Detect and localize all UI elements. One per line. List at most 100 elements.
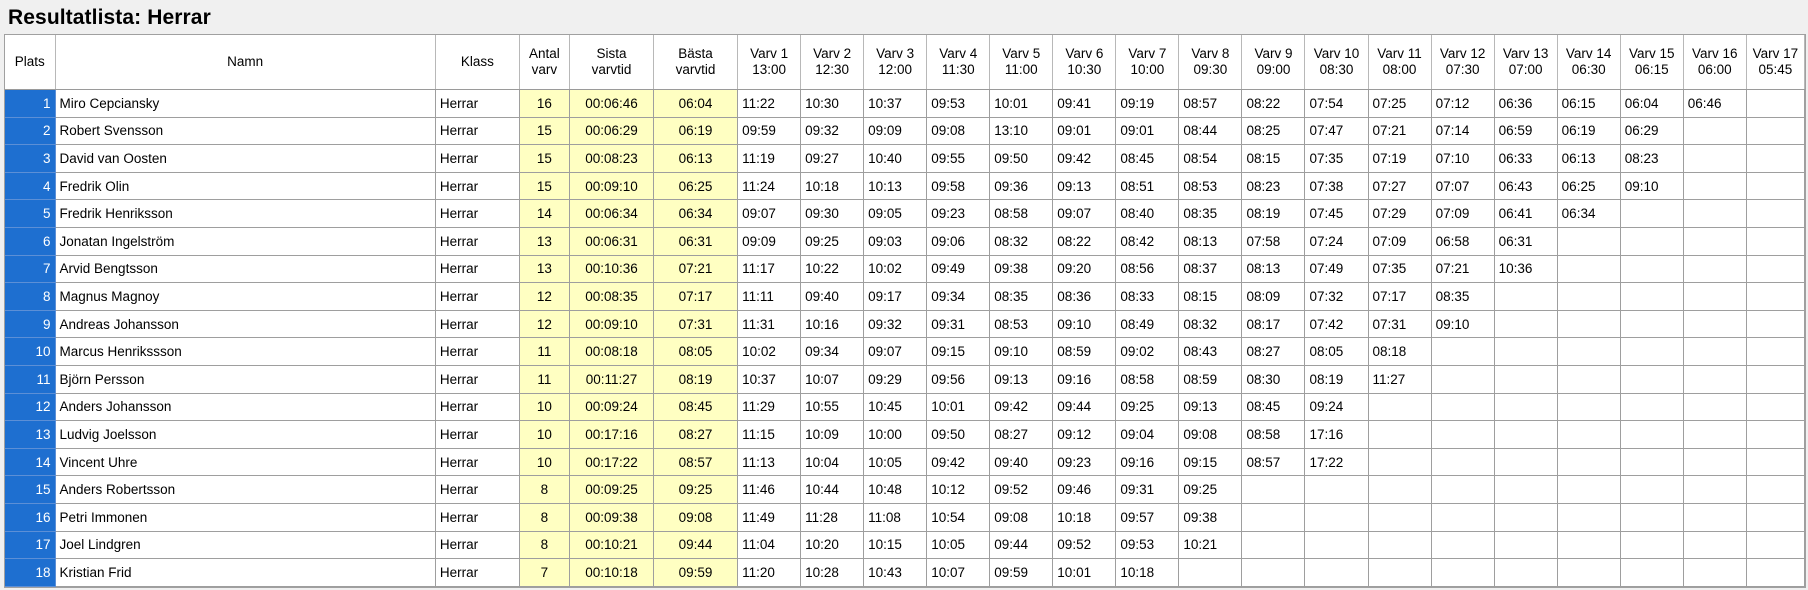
cell-varv-13[interactable] [1494,448,1558,477]
cell-varv-13[interactable]: 06:59 [1494,117,1558,146]
cell-basta-varvtid[interactable]: 09:08 [653,503,739,532]
cell-antal-varv[interactable]: 11 [519,337,570,366]
cell-varv-6[interactable]: 08:36 [1052,282,1117,311]
cell-varv-4[interactable]: 09:53 [926,89,991,118]
cell-sista-varvtid[interactable]: 00:10:21 [569,531,655,560]
cell-basta-varvtid[interactable]: 07:17 [653,282,739,311]
cell-varv-15[interactable]: 06:04 [1620,89,1684,118]
cell-varv-16[interactable] [1683,144,1747,173]
cell-varv-15[interactable] [1620,199,1684,228]
table-row[interactable]: 7 Arvid Bengtsson Herrar 13 00:10:36 07:21 11:… [5,255,1805,284]
cell-varv-5[interactable]: 09:13 [989,365,1054,394]
cell-varv-12[interactable]: 09:10 [1431,310,1495,339]
column-header-varv-8[interactable]: Varv 8 09:30 [1178,35,1243,90]
cell-varv-3[interactable]: 10:45 [863,393,928,422]
column-header-varv-1[interactable]: Varv 1 13:00 [737,35,802,90]
cell-varv-3[interactable]: 10:13 [863,172,928,201]
cell-varv-16[interactable] [1683,282,1747,311]
cell-varv-4[interactable]: 10:05 [926,531,991,560]
cell-varv-16[interactable] [1683,365,1747,394]
cell-varv-5[interactable]: 09:44 [989,531,1054,560]
cell-varv-16[interactable] [1683,199,1747,228]
cell-sista-varvtid[interactable]: 00:08:18 [569,337,655,366]
cell-varv-12[interactable] [1431,503,1495,532]
table-row[interactable]: 17 Joel Lindgren Herrar 8 00:10:21 09:44 11:04… [5,531,1805,560]
cell-varv-8[interactable] [1178,558,1243,587]
cell-varv-16[interactable] [1683,255,1747,284]
cell-klass[interactable]: Herrar [435,558,520,587]
cell-varv-14[interactable] [1557,558,1621,587]
cell-namn[interactable]: Marcus Henrikssson [55,337,436,366]
cell-namn[interactable]: Kristian Frid [55,558,436,587]
cell-varv-15[interactable] [1620,255,1684,284]
cell-varv-6[interactable]: 09:16 [1052,365,1117,394]
cell-varv-7[interactable]: 08:58 [1115,365,1180,394]
cell-sista-varvtid[interactable]: 00:06:31 [569,227,655,256]
table-row[interactable]: 4 Fredrik Olin Herrar 15 00:09:10 06:25 11:24 1… [5,172,1805,201]
cell-varv-9[interactable]: 08:09 [1241,282,1306,311]
cell-basta-varvtid[interactable]: 08:05 [653,337,739,366]
cell-varv-17[interactable] [1746,89,1805,118]
cell-basta-varvtid[interactable]: 06:13 [653,144,739,173]
cell-varv-10[interactable]: 07:32 [1304,282,1369,311]
cell-varv-9[interactable]: 08:27 [1241,337,1306,366]
cell-sista-varvtid[interactable]: 00:09:10 [569,172,655,201]
cell-namn[interactable]: Petri Immonen [55,503,436,532]
cell-klass[interactable]: Herrar [435,255,520,284]
cell-varv-4[interactable]: 10:12 [926,475,991,504]
cell-varv-3[interactable]: 10:48 [863,475,928,504]
cell-varv-4[interactable]: 09:49 [926,255,991,284]
cell-klass[interactable]: Herrar [435,144,520,173]
cell-sista-varvtid[interactable]: 00:11:27 [569,365,655,394]
cell-namn[interactable]: Robert Svensson [55,117,436,146]
cell-varv-7[interactable]: 09:57 [1115,503,1180,532]
cell-basta-varvtid[interactable]: 08:19 [653,365,739,394]
cell-klass[interactable]: Herrar [435,172,520,201]
cell-antal-varv[interactable]: 15 [519,117,570,146]
cell-varv-9[interactable]: 08:57 [1241,448,1306,477]
cell-varv-1[interactable]: 11:17 [737,255,802,284]
cell-varv-2[interactable]: 10:28 [800,558,865,587]
cell-varv-4[interactable]: 09:56 [926,365,991,394]
cell-varv-3[interactable]: 09:03 [863,227,928,256]
cell-varv-11[interactable] [1368,448,1432,477]
cell-antal-varv[interactable]: 10 [519,393,570,422]
cell-varv-10[interactable]: 17:22 [1304,448,1369,477]
cell-varv-1[interactable]: 11:31 [737,310,802,339]
cell-varv-7[interactable]: 09:53 [1115,531,1180,560]
cell-varv-7[interactable]: 09:25 [1115,393,1180,422]
cell-plats[interactable]: 5 [5,199,56,228]
cell-varv-15[interactable]: 06:29 [1620,117,1684,146]
cell-varv-11[interactable] [1368,393,1432,422]
cell-varv-12[interactable]: 07:14 [1431,117,1495,146]
cell-varv-10[interactable]: 07:24 [1304,227,1369,256]
cell-namn[interactable]: Miro Cepciansky [55,89,436,118]
cell-varv-5[interactable]: 08:53 [989,310,1054,339]
cell-namn[interactable]: Anders Robertsson [55,475,436,504]
cell-varv-9[interactable]: 08:23 [1241,172,1306,201]
cell-varv-12[interactable] [1431,337,1495,366]
cell-varv-6[interactable]: 09:13 [1052,172,1117,201]
cell-varv-3[interactable]: 09:09 [863,117,928,146]
cell-varv-1[interactable]: 11:15 [737,420,802,449]
cell-varv-8[interactable]: 09:25 [1178,475,1243,504]
cell-varv-2[interactable]: 10:09 [800,420,865,449]
cell-varv-16[interactable] [1683,420,1747,449]
cell-varv-12[interactable]: 06:58 [1431,227,1495,256]
cell-varv-11[interactable]: 07:17 [1368,282,1432,311]
cell-varv-12[interactable] [1431,365,1495,394]
table-row[interactable]: 1 Miro Cepciansky Herrar 16 00:06:46 06:04 11:… [5,89,1805,118]
cell-varv-8[interactable]: 10:21 [1178,531,1243,560]
cell-plats[interactable]: 9 [5,310,56,339]
cell-sista-varvtid[interactable]: 00:06:46 [569,89,655,118]
cell-sista-varvtid[interactable]: 00:09:25 [569,475,655,504]
cell-varv-16[interactable] [1683,117,1747,146]
cell-varv-16[interactable] [1683,448,1747,477]
column-header-varv-3[interactable]: Varv 3 12:00 [863,35,928,90]
cell-varv-16[interactable] [1683,172,1747,201]
cell-varv-15[interactable] [1620,558,1684,587]
cell-varv-2[interactable]: 10:07 [800,365,865,394]
cell-varv-8[interactable]: 08:37 [1178,255,1243,284]
cell-varv-10[interactable]: 07:42 [1304,310,1369,339]
cell-varv-14[interactable]: 06:15 [1557,89,1621,118]
